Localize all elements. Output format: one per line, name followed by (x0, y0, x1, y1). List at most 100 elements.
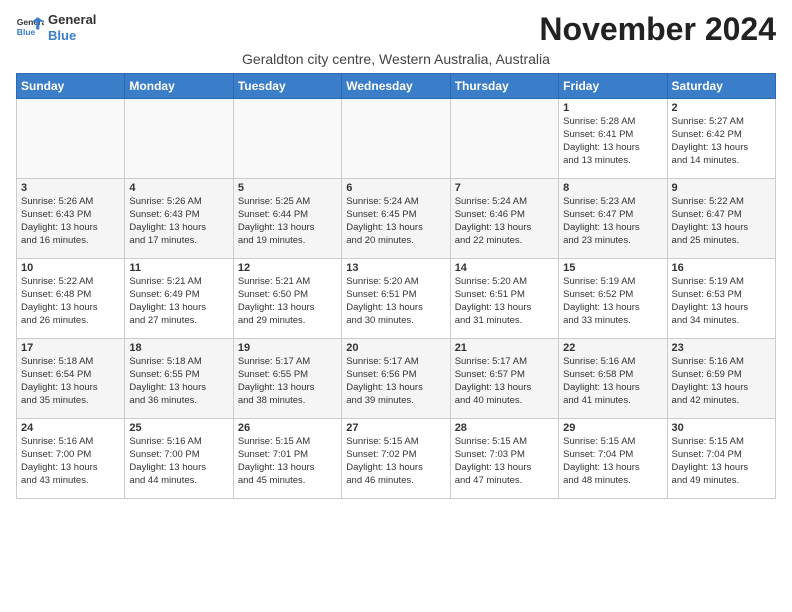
header-friday: Friday (559, 74, 667, 99)
cell-info: Sunrise: 5:15 AM Sunset: 7:04 PM Dayligh… (672, 436, 771, 487)
cell-info: Sunrise: 5:26 AM Sunset: 6:43 PM Dayligh… (129, 196, 228, 247)
header-row: Sunday Monday Tuesday Wednesday Thursday… (17, 74, 776, 99)
calendar-cell: 30 Sunrise: 5:15 AM Sunset: 7:04 PM Dayli… (667, 419, 775, 499)
day-number: 1 (563, 102, 662, 114)
calendar-table: Sunday Monday Tuesday Wednesday Thursday… (16, 73, 776, 499)
cell-info: Sunrise: 5:27 AM Sunset: 6:42 PM Dayligh… (672, 116, 771, 167)
day-number: 23 (672, 342, 771, 354)
day-number: 16 (672, 262, 771, 274)
cell-info: Sunrise: 5:15 AM Sunset: 7:03 PM Dayligh… (455, 436, 554, 487)
logo-icon: General Blue (16, 14, 44, 42)
week-row-0: 1 Sunrise: 5:28 AM Sunset: 6:41 PM Daylig… (17, 99, 776, 179)
calendar-cell: 3Sunrise: 5:26 AM Sunset: 6:43 PM Daylig… (17, 179, 125, 259)
cell-info: Sunrise: 5:16 AM Sunset: 7:00 PM Dayligh… (129, 436, 228, 487)
calendar-cell: 17 Sunrise: 5:18 AM Sunset: 6:54 PM Dayli… (17, 339, 125, 419)
calendar-cell (450, 99, 558, 179)
cell-info: Sunrise: 5:16 AM Sunset: 7:00 PM Dayligh… (21, 436, 120, 487)
cell-info: Sunrise: 5:25 AM Sunset: 6:44 PM Dayligh… (238, 196, 337, 247)
svg-text:General: General (17, 16, 44, 26)
week-row-1: 3 Sunrise: 5:26 AM Sunset: 6:43 PM Daylig… (17, 179, 776, 259)
svg-text:Blue: Blue (17, 27, 36, 37)
header-wednesday: Wednesday (342, 74, 450, 99)
day-number: 6 (346, 182, 445, 194)
cell-info: Sunrise: 5:20 AM Sunset: 6:51 PM Dayligh… (346, 276, 445, 327)
day-number: 3 (21, 182, 120, 194)
day-number: 30 (672, 422, 771, 434)
calendar-cell: 14Sunrise: 5:20 AM Sunset: 6:51 PM Dayli… (450, 259, 558, 339)
cell-info: Sunrise: 5:21 AM Sunset: 6:49 PM Dayligh… (129, 276, 228, 327)
cell-info: Sunrise: 5:16 AM Sunset: 6:58 PM Dayligh… (563, 356, 662, 407)
day-number: 27 (346, 422, 445, 434)
title-block: November 2024 (539, 12, 776, 47)
calendar-cell: 6 Sunrise: 5:24 AM Sunset: 6:45 PM Daylig… (342, 179, 450, 259)
day-number: 14 (455, 262, 554, 274)
cell-info: Sunrise: 5:17 AM Sunset: 6:55 PM Dayligh… (238, 356, 337, 407)
cell-info: Sunrise: 5:16 AM Sunset: 6:59 PM Dayligh… (672, 356, 771, 407)
cell-info: Sunrise: 5:24 AM Sunset: 6:45 PM Dayligh… (346, 196, 445, 247)
day-number: 7 (455, 182, 554, 194)
cell-info: Sunrise: 5:18 AM Sunset: 6:54 PM Dayligh… (21, 356, 120, 407)
calendar-cell: 9Sunrise: 5:22 AM Sunset: 6:47 PM Daylig… (667, 179, 775, 259)
calendar-cell: 20Sunrise: 5:17 AM Sunset: 6:56 PM Dayli… (342, 339, 450, 419)
calendar-cell: 15 Sunrise: 5:19 AM Sunset: 6:52 PM Dayli… (559, 259, 667, 339)
logo-blue-text: Blue (48, 28, 96, 44)
cell-info: Sunrise: 5:18 AM Sunset: 6:55 PM Dayligh… (129, 356, 228, 407)
day-number: 15 (563, 262, 662, 274)
cell-info: Sunrise: 5:19 AM Sunset: 6:53 PM Dayligh… (672, 276, 771, 327)
cell-info: Sunrise: 5:21 AM Sunset: 6:50 PM Dayligh… (238, 276, 337, 327)
calendar-cell: 5Sunrise: 5:25 AM Sunset: 6:44 PM Daylig… (233, 179, 341, 259)
calendar-cell (125, 99, 233, 179)
week-row-4: 24 Sunrise: 5:16 AM Sunset: 7:00 PM Dayli… (17, 419, 776, 499)
calendar-cell: 22Sunrise: 5:16 AM Sunset: 6:58 PM Dayli… (559, 339, 667, 419)
week-row-3: 17 Sunrise: 5:18 AM Sunset: 6:54 PM Dayli… (17, 339, 776, 419)
header: General Blue General Blue November 2024 (16, 12, 776, 47)
month-title: November 2024 (539, 12, 776, 47)
calendar-cell: 10Sunrise: 5:22 AM Sunset: 6:48 PM Dayli… (17, 259, 125, 339)
day-number: 17 (21, 342, 120, 354)
week-row-2: 10Sunrise: 5:22 AM Sunset: 6:48 PM Dayli… (17, 259, 776, 339)
day-number: 9 (672, 182, 771, 194)
day-number: 12 (238, 262, 337, 274)
calendar-cell: 11Sunrise: 5:21 AM Sunset: 6:49 PM Dayli… (125, 259, 233, 339)
calendar-cell: 26 Sunrise: 5:15 AM Sunset: 7:01 PM Dayli… (233, 419, 341, 499)
cell-info: Sunrise: 5:24 AM Sunset: 6:46 PM Dayligh… (455, 196, 554, 247)
page: General Blue General Blue November 2024 … (0, 0, 792, 507)
calendar-cell: 27 Sunrise: 5:15 AM Sunset: 7:02 PM Dayli… (342, 419, 450, 499)
day-number: 2 (672, 102, 771, 114)
calendar-cell: 1 Sunrise: 5:28 AM Sunset: 6:41 PM Daylig… (559, 99, 667, 179)
day-number: 13 (346, 262, 445, 274)
day-number: 19 (238, 342, 337, 354)
calendar-cell (342, 99, 450, 179)
calendar-cell (233, 99, 341, 179)
header-sunday: Sunday (17, 74, 125, 99)
calendar-cell: 24 Sunrise: 5:16 AM Sunset: 7:00 PM Dayli… (17, 419, 125, 499)
cell-info: Sunrise: 5:17 AM Sunset: 6:57 PM Dayligh… (455, 356, 554, 407)
calendar-cell: 18 Sunrise: 5:18 AM Sunset: 6:55 PM Dayli… (125, 339, 233, 419)
cell-info: Sunrise: 5:15 AM Sunset: 7:02 PM Dayligh… (346, 436, 445, 487)
cell-info: Sunrise: 5:19 AM Sunset: 6:52 PM Dayligh… (563, 276, 662, 327)
cell-info: Sunrise: 5:15 AM Sunset: 7:01 PM Dayligh… (238, 436, 337, 487)
day-number: 28 (455, 422, 554, 434)
calendar-cell: 29 Sunrise: 5:15 AM Sunset: 7:04 PM Dayli… (559, 419, 667, 499)
calendar-cell: 7 Sunrise: 5:24 AM Sunset: 6:46 PM Daylig… (450, 179, 558, 259)
calendar-cell: 2 Sunrise: 5:27 AM Sunset: 6:42 PM Daylig… (667, 99, 775, 179)
calendar-cell: 21Sunrise: 5:17 AM Sunset: 6:57 PM Dayli… (450, 339, 558, 419)
calendar-cell: 13 Sunrise: 5:20 AM Sunset: 6:51 PM Dayli… (342, 259, 450, 339)
cell-info: Sunrise: 5:22 AM Sunset: 6:48 PM Dayligh… (21, 276, 120, 327)
day-number: 24 (21, 422, 120, 434)
day-number: 20 (346, 342, 445, 354)
calendar-cell: 25Sunrise: 5:16 AM Sunset: 7:00 PM Dayli… (125, 419, 233, 499)
header-saturday: Saturday (667, 74, 775, 99)
day-number: 18 (129, 342, 228, 354)
cell-info: Sunrise: 5:23 AM Sunset: 6:47 PM Dayligh… (563, 196, 662, 247)
calendar-cell: 28 Sunrise: 5:15 AM Sunset: 7:03 PM Dayli… (450, 419, 558, 499)
calendar-cell: 16 Sunrise: 5:19 AM Sunset: 6:53 PM Dayli… (667, 259, 775, 339)
cell-info: Sunrise: 5:15 AM Sunset: 7:04 PM Dayligh… (563, 436, 662, 487)
header-monday: Monday (125, 74, 233, 99)
calendar-cell (17, 99, 125, 179)
day-number: 26 (238, 422, 337, 434)
day-number: 4 (129, 182, 228, 194)
calendar-cell: 12 Sunrise: 5:21 AM Sunset: 6:50 PM Dayli… (233, 259, 341, 339)
day-number: 29 (563, 422, 662, 434)
cell-info: Sunrise: 5:28 AM Sunset: 6:41 PM Dayligh… (563, 116, 662, 167)
